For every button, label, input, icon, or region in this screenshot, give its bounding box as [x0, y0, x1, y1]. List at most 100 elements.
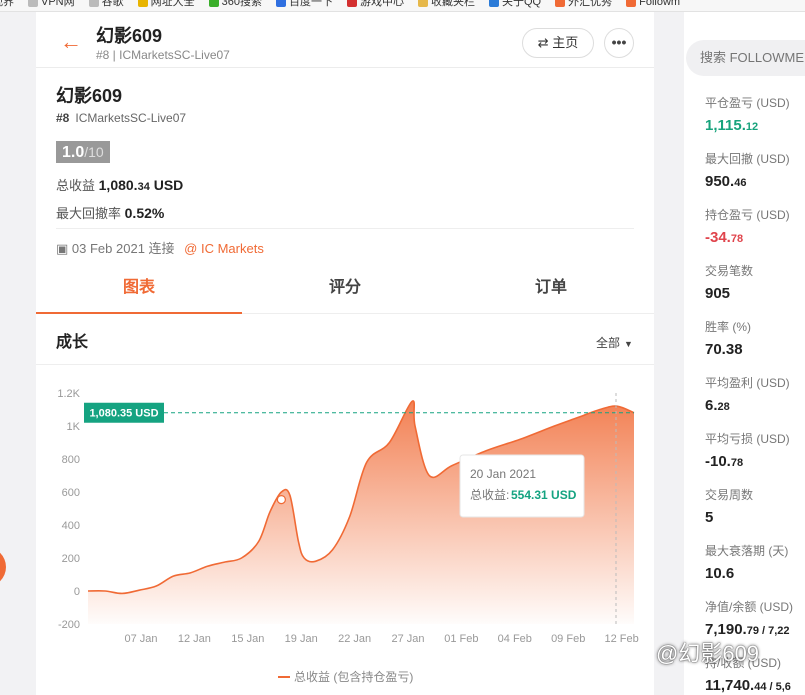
- trader-subtitle: #8 ICMarketsSC-Live07: [56, 111, 186, 125]
- bookmark-label: 网址大全: [150, 0, 195, 8]
- stat-label: 平均亏损 (USD): [705, 432, 790, 446]
- stat-label: 平均盈利 (USD): [705, 376, 790, 390]
- y-tick-label: 1.2K: [57, 388, 80, 400]
- score-badge: 1.0/10: [56, 141, 110, 163]
- bookmark-icon: [28, 0, 38, 7]
- bookmark-label: 谷歌: [101, 0, 124, 8]
- y-tick-label: 400: [62, 520, 80, 532]
- bookmark-icon: [208, 0, 219, 7]
- watermark-text: @幻影609: [656, 641, 760, 666]
- bookmark-item[interactable]: VPN网: [28, 0, 75, 7]
- stat-label: 最大回撤 (USD): [705, 152, 790, 166]
- tab-chart[interactable]: 图表: [36, 270, 242, 314]
- server-label: ICMarketsSC-Live07: [75, 111, 187, 125]
- bookmark-item[interactable]: 360搜索: [208, 0, 262, 7]
- broker-link[interactable]: @ IC Markets: [184, 241, 264, 256]
- bookmarks-bar: 视界 VPN网 谷歌 网址大全 360搜索 百度一下 游戏中心 收藏夹栏 关于QQ 外汇优秀 Fol…: [0, 0, 805, 12]
- stat-value: 11,740.44 / 5,6: [705, 677, 791, 694]
- y-tick-label: 200: [62, 553, 80, 565]
- bookmark-label: 游戏中心: [359, 0, 404, 8]
- stat-value: -34.78: [705, 229, 744, 246]
- x-tick-label: 15 Jan: [231, 633, 264, 645]
- tab-bar: 图表 评分 订单: [36, 270, 654, 314]
- stat-item: 交易笔数 905: [705, 262, 753, 302]
- stat-item: 胜率 (%) 70.38: [705, 318, 751, 358]
- x-tick-label: 27 Jan: [391, 633, 424, 645]
- bookmark-item[interactable]: 收藏夹栏: [417, 0, 475, 8]
- arrow-left-icon[interactable]: ←: [60, 31, 82, 53]
- since-text: 03 Feb 2021 连接: [71, 241, 175, 256]
- tooltip-value: 554.31 USD: [511, 488, 577, 502]
- bookmark-label: 收藏夹栏: [430, 0, 475, 8]
- current-value-label: 1,080.35 USD: [89, 408, 158, 420]
- bookmark-label: 外汇优秀: [568, 0, 613, 8]
- bookmark-icon: [275, 0, 286, 7]
- x-tick-label: 01 Feb: [444, 633, 478, 645]
- tooltip-date: 20 Jan 2021: [470, 467, 536, 481]
- total-gain-label: 总收益: [56, 178, 96, 193]
- stat-item: 平均盈利 (USD) 6.28: [705, 374, 790, 414]
- caret-down-icon: ▼: [624, 339, 633, 349]
- score-value: 1.0: [62, 144, 85, 161]
- stat-item: 交易周数 5: [705, 486, 753, 526]
- bookmark-label: 关于QQ: [501, 0, 542, 8]
- stat-value: 1,115.12: [705, 117, 759, 134]
- total-gain-value: 1,080.34 USD: [98, 177, 184, 193]
- x-tick-label: 12 Feb: [604, 633, 638, 645]
- bookmark-item[interactable]: 视界: [0, 0, 14, 7]
- tab-orders[interactable]: 订单: [448, 270, 654, 314]
- stat-value: -10.78: [705, 453, 744, 470]
- stat-label: 平仓盈亏 (USD): [705, 96, 790, 110]
- connected-since: ▣ 03 Feb 2021 连接 @ IC Markets: [56, 238, 264, 257]
- trader-name: 幻影609: [56, 86, 123, 106]
- bookmark-item[interactable]: 关于QQ: [488, 0, 542, 8]
- page-header: ← 幻影609 #8 | ICMarketsSC-Live07 ⇄ 主页 •••: [36, 12, 654, 68]
- stat-item: 净值/余额 (USD) 7,190.79 / 7,22: [705, 598, 793, 638]
- bookmark-item[interactable]: 谷歌: [88, 0, 124, 8]
- bookmark-icon: [626, 0, 637, 7]
- floating-action-tab[interactable]: [0, 547, 6, 587]
- main-panel: ← 幻影609 #8 | ICMarketsSC-Live07 ⇄ 主页 •••…: [36, 12, 654, 695]
- bookmark-item[interactable]: 外汇优秀: [555, 0, 612, 7]
- max-drawdown-value: 0.52%: [124, 205, 165, 221]
- stat-item: 最大回撤 (USD) 950.46: [705, 150, 790, 190]
- stat-label: 胜率 (%): [705, 320, 751, 334]
- stat-value: 905: [705, 285, 731, 302]
- hover-point: [276, 494, 286, 505]
- home-button[interactable]: ⇄ 主页: [522, 28, 594, 58]
- range-select[interactable]: 全部 ▼: [596, 334, 633, 351]
- search-input[interactable]: [686, 40, 805, 76]
- max-drawdown-label: 最大回撤率: [56, 206, 122, 221]
- stat-item: 平均亏损 (USD) -10.78: [705, 430, 790, 470]
- tab-rating[interactable]: 评分: [242, 270, 448, 314]
- bookmark-label: 百度一下: [288, 0, 333, 8]
- bookmark-item[interactable]: 百度一下: [275, 0, 333, 8]
- bookmark-label: VPN网: [41, 0, 75, 8]
- stat-item: 持仓盈亏 (USD) -34.78: [705, 206, 790, 246]
- y-tick-label: -200: [58, 619, 80, 631]
- stat-value: 5: [705, 509, 714, 526]
- bookmark-icon: [488, 0, 499, 7]
- growth-chart: 1.2K 1K 800 600 400 200 0 -200 07 Jan 12 Jan 15 Ja…: [57, 388, 638, 684]
- tooltip-label: 总收益:: [470, 488, 509, 502]
- bookmark-icon: [346, 0, 357, 7]
- bookmark-item[interactable]: Followm: [626, 0, 680, 7]
- y-tick-label: 600: [62, 487, 80, 499]
- header-subtitle: #8 | ICMarketsSC-Live07: [96, 48, 230, 62]
- stat-label: 交易笔数: [705, 264, 754, 278]
- y-tick-label: 0: [74, 586, 80, 598]
- more-button[interactable]: •••: [604, 28, 634, 58]
- max-drawdown: 最大回撤率 0.52%: [56, 203, 164, 222]
- bookmark-icon: [555, 0, 566, 7]
- x-tick-label: 22 Jan: [338, 633, 371, 645]
- calendar-icon: ▣: [56, 241, 69, 256]
- bookmark-item[interactable]: 游戏中心: [346, 0, 404, 8]
- total-gain: 总收益 1,080.34 USD: [56, 175, 183, 194]
- y-tick-label: 1K: [67, 421, 81, 433]
- stat-item: 最大衰落期 (天) 10.6: [705, 542, 788, 582]
- bookmark-icon: [88, 0, 99, 7]
- bookmark-item[interactable]: 网址大全: [137, 0, 195, 8]
- header-title: 幻影609: [96, 26, 163, 46]
- stat-label: 持仓盈亏 (USD): [705, 208, 790, 222]
- stat-label: 最大衰落期 (天): [705, 544, 789, 558]
